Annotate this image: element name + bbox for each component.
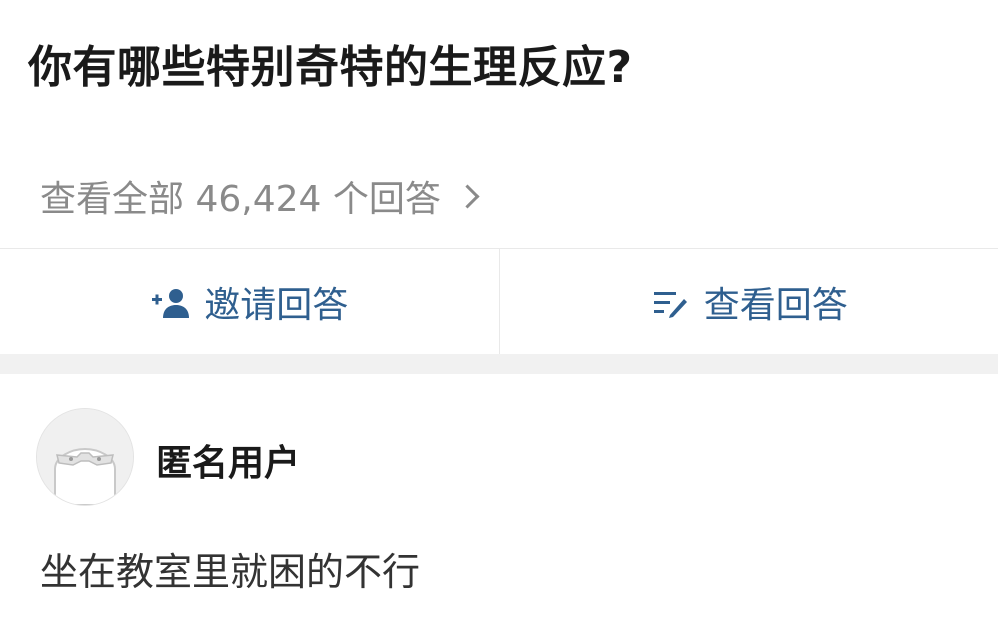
view-answer-label: 查看回答 [703, 285, 848, 326]
answer-content[interactable]: 坐在教室里就困的不行 [40, 546, 420, 598]
view-all-answers-text: 查看全部 46,424 个回答 [40, 179, 441, 220]
action-bar: 邀请回答 查看回答 [0, 248, 998, 355]
view-all-answers-link[interactable]: 查看全部 46,424 个回答 [40, 170, 480, 222]
add-user-icon [152, 289, 190, 318]
answer-card[interactable]: 匿名用户 坐在教室里就困的不行 [0, 374, 998, 640]
question-title: 你有哪些特别奇特的生理反应? [28, 42, 633, 93]
anonymous-avatar-icon[interactable] [36, 408, 134, 506]
invite-answer-label: 邀请回答 [204, 285, 349, 326]
chevron-right-icon [455, 183, 480, 209]
view-answer-button[interactable]: 查看回答 [500, 249, 998, 355]
invite-answer-button[interactable]: 邀请回答 [0, 249, 499, 355]
section-separator [0, 354, 998, 374]
edit-list-icon [653, 292, 687, 318]
author-name[interactable]: 匿名用户 [156, 434, 300, 486]
